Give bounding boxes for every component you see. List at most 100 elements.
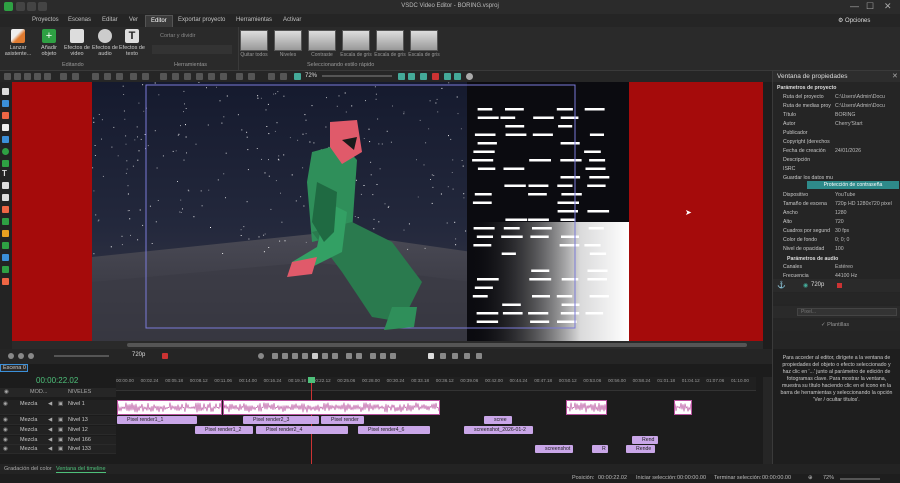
video-effects-button[interactable]: Efectos de video	[63, 29, 91, 57]
video-clip[interactable]: Pixel render1_2	[195, 426, 253, 434]
marker-next-icon[interactable]	[390, 353, 396, 359]
property-value[interactable]: 24/01/2026	[835, 147, 895, 155]
property-row[interactable]: Ancho 1280	[773, 209, 899, 217]
step-back-icon[interactable]	[282, 353, 288, 359]
speaker-icon[interactable]: ◀	[48, 436, 52, 445]
cut-icon[interactable]	[356, 353, 362, 359]
add-object-button[interactable]: + Añadir objeto	[35, 29, 63, 57]
speaker-icon[interactable]: ◀	[48, 400, 52, 409]
rotate-icon[interactable]	[236, 73, 243, 80]
subtitle-icon[interactable]	[2, 182, 9, 189]
quick-style-thumb[interactable]	[240, 30, 268, 51]
move-tool-icon[interactable]	[14, 73, 21, 80]
record-small-icon[interactable]	[837, 283, 842, 288]
ellipse-icon[interactable]	[2, 148, 9, 155]
polygon-icon[interactable]	[2, 160, 9, 167]
track-header[interactable]: ◉ Mezcla ◀ ▣ Nivel 13	[0, 416, 116, 425]
split-icon[interactable]	[346, 353, 352, 359]
lock-icon[interactable]: ▣	[58, 400, 63, 409]
track-header[interactable]: ◉ Mezcla ◀ ▣ Nivel 166	[0, 436, 116, 445]
property-value[interactable]: 1280	[835, 209, 895, 217]
image-icon[interactable]	[2, 194, 9, 201]
preview-canvas[interactable]: ➤	[12, 82, 763, 341]
settings-gear-icon[interactable]	[466, 73, 473, 80]
zoom-in-preview-icon[interactable]	[8, 353, 14, 359]
status-zoom-icon[interactable]: ⊕	[808, 475, 813, 481]
track-header[interactable]: ◉ Mezcla ◀ ▣ Nivel 1	[0, 400, 116, 415]
snapshot-icon[interactable]	[444, 73, 451, 80]
lock-icon[interactable]: ▣	[58, 445, 63, 454]
layout-icon[interactable]	[440, 353, 446, 359]
menu-activar[interactable]: Activar	[283, 17, 301, 23]
property-row[interactable]: Descripción	[773, 156, 899, 164]
property-value[interactable]: 720p HD 1280x720 pixel	[835, 200, 895, 208]
filter-input[interactable]: Pixel...	[797, 308, 897, 316]
rectangle-icon[interactable]	[2, 136, 9, 143]
quick-style-thumb[interactable]	[308, 30, 336, 51]
eye-icon[interactable]: ◉	[3, 416, 8, 425]
zoom-slider[interactable]	[322, 75, 392, 77]
tab-timeline[interactable]: Ventana del timeline	[56, 466, 106, 473]
audio-clip[interactable]	[117, 400, 222, 415]
zoom-level[interactable]: 72%	[305, 73, 317, 79]
video-clip[interactable]: screenshot_2026-01-2	[464, 426, 533, 434]
crop-tool-icon[interactable]	[24, 73, 31, 80]
align-middle-icon[interactable]	[208, 73, 215, 80]
anchor-icon[interactable]: ⚓	[777, 281, 786, 289]
resolution-select[interactable]: 720p	[811, 282, 824, 288]
info-icon[interactable]	[428, 353, 434, 359]
align-icon[interactable]	[104, 73, 111, 80]
quick-style-thumb[interactable]	[342, 30, 370, 51]
close-icon[interactable]: ✕	[884, 1, 892, 12]
property-value[interactable]: C:\Users\Admin\Docu	[835, 93, 895, 101]
timeline-vscroll[interactable]	[763, 377, 772, 464]
record-icon[interactable]	[432, 73, 439, 80]
mask-icon[interactable]	[2, 254, 9, 261]
blend-mode[interactable]: Mezcla	[20, 400, 37, 409]
eye-icon[interactable]: ◉	[3, 426, 8, 435]
prev-frame-icon[interactable]	[292, 353, 298, 359]
paste-icon[interactable]	[44, 73, 51, 80]
eye-header-icon[interactable]: ◉	[4, 388, 9, 397]
speaker-icon[interactable]: ◀	[48, 426, 52, 435]
align-bottom-icon[interactable]	[220, 73, 227, 80]
property-value[interactable]: 720	[835, 218, 895, 226]
flip-icon[interactable]	[248, 73, 255, 80]
preview-icon[interactable]	[454, 73, 461, 80]
speaker-icon[interactable]: ◀	[48, 445, 52, 454]
audio-clip[interactable]	[674, 400, 692, 415]
property-row[interactable]: Título BORING	[773, 111, 899, 119]
select-tool-icon[interactable]	[4, 73, 11, 80]
blend-mode[interactable]: Mezcla	[20, 416, 37, 425]
marker-prev-icon[interactable]	[380, 353, 386, 359]
lock-icon[interactable]: ▣	[58, 416, 63, 425]
grid-icon[interactable]	[92, 73, 99, 80]
go-end-icon[interactable]	[332, 353, 338, 359]
chart-icon[interactable]	[2, 206, 9, 213]
track-header[interactable]: ◉ Mezcla ◀ ▣ Nivel 12	[0, 426, 116, 435]
playhead-handle[interactable]	[308, 377, 315, 383]
zoom-in-icon[interactable]	[398, 73, 405, 80]
video-clip[interactable]: screenshot	[535, 445, 573, 453]
menu-herramientas[interactable]: Herramientas	[236, 17, 272, 23]
quick-style-thumb[interactable]	[410, 30, 438, 51]
quick-style-thumb[interactable]	[376, 30, 404, 51]
eye-icon[interactable]: ◉	[3, 400, 8, 409]
preview-zoom-slider[interactable]	[54, 355, 109, 357]
blend-mode[interactable]: Mezcla	[20, 436, 37, 445]
stop-icon[interactable]	[302, 353, 308, 359]
section-audio[interactable]: Parámetros de audio	[773, 255, 899, 263]
go-start-icon[interactable]	[272, 353, 278, 359]
property-row[interactable]: Alto 720	[773, 218, 899, 226]
video-object-icon[interactable]	[2, 100, 9, 107]
properties-close-icon[interactable]: ✕	[892, 72, 898, 80]
undo-icon[interactable]	[60, 73, 67, 80]
cut-split-tool[interactable]: Cortar y dividir	[160, 33, 195, 39]
property-row[interactable]: Canales Estéreo	[773, 263, 899, 271]
sprite-icon[interactable]	[2, 112, 9, 119]
track-header[interactable]: ◉ Mezcla ◀ ▣ Nivel 133	[0, 445, 116, 454]
property-row[interactable]: Cuadros por segund 30 fps	[773, 227, 899, 235]
align-left-icon[interactable]	[160, 73, 167, 80]
blend-mode[interactable]: Mezcla	[20, 426, 37, 435]
text-tool-icon[interactable]: T	[2, 170, 9, 178]
